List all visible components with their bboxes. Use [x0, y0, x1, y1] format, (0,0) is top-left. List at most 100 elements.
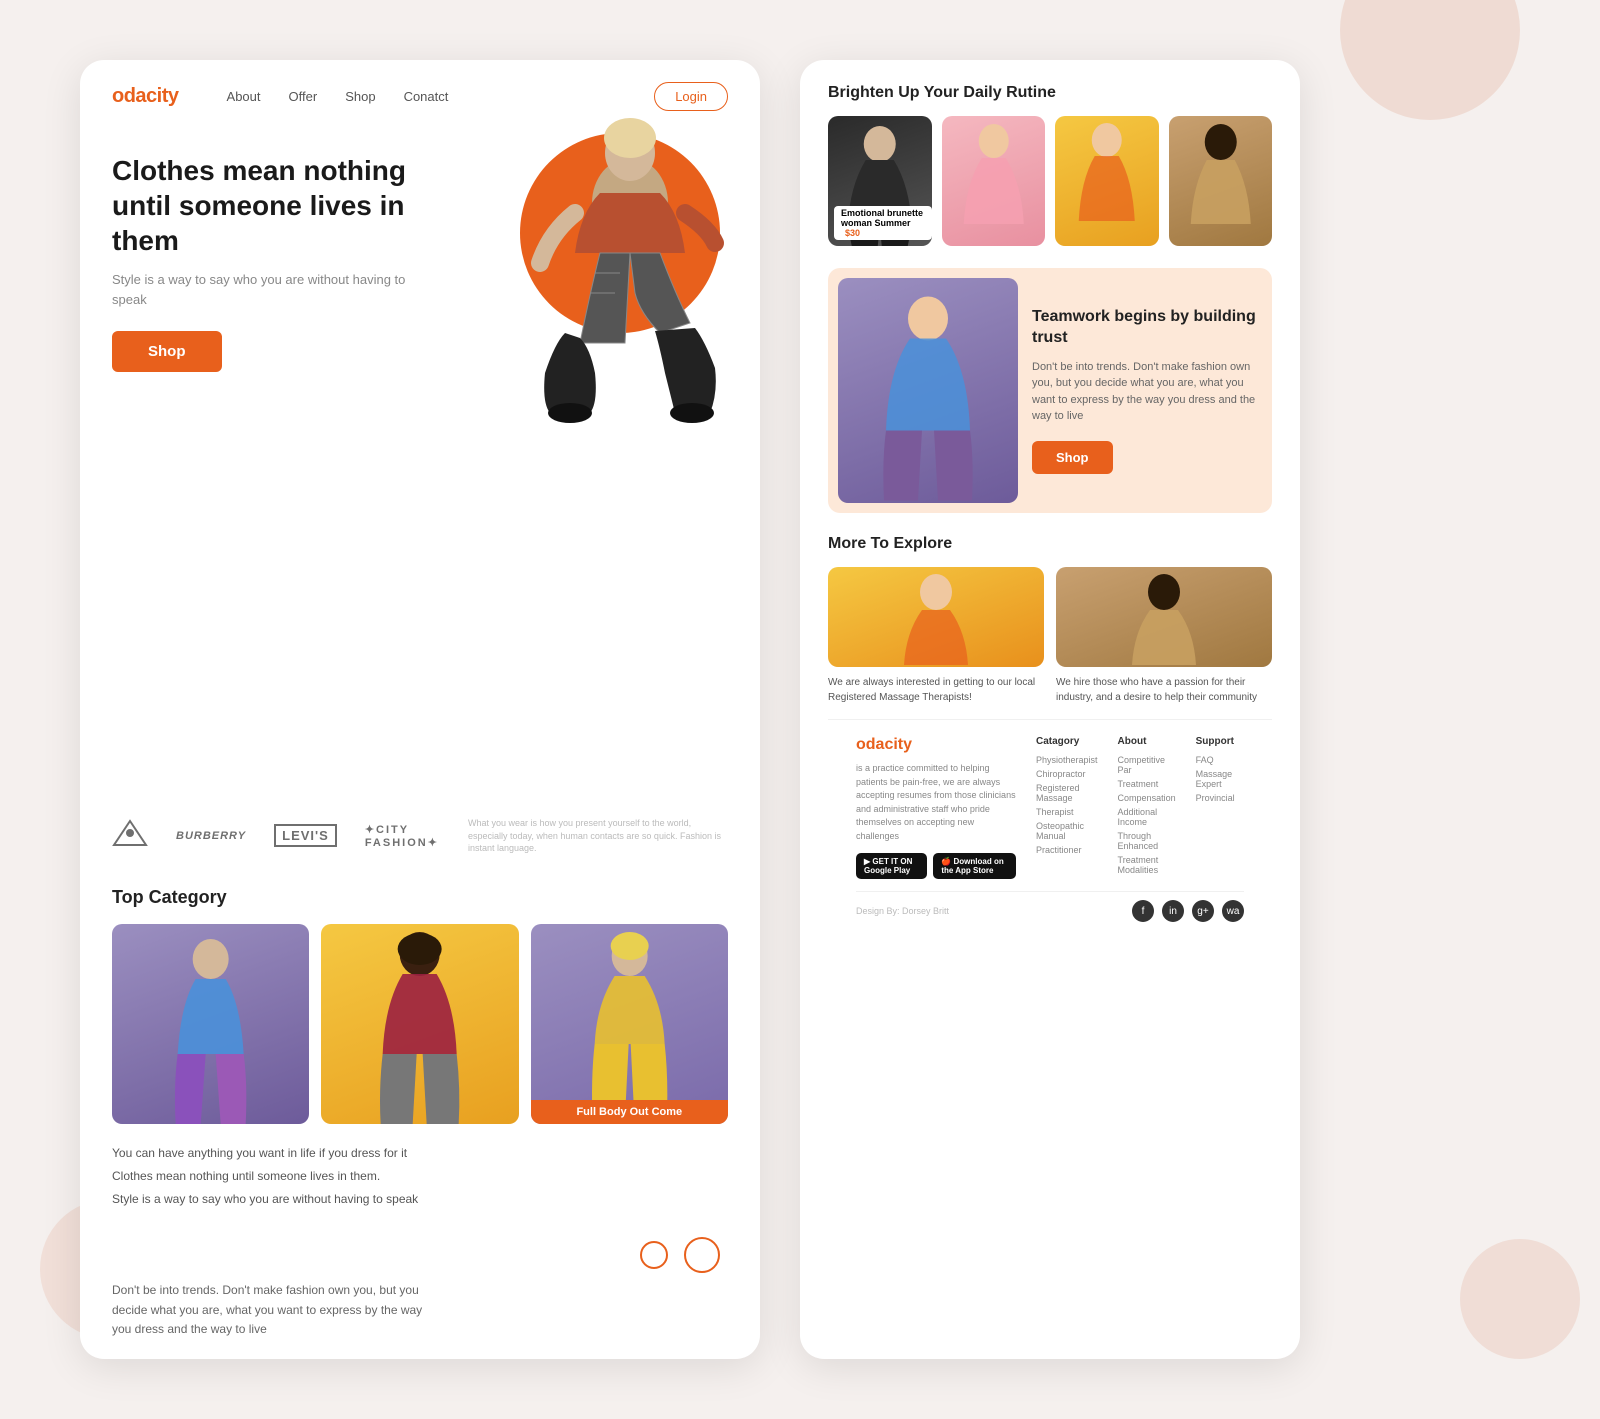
- app-store-badge[interactable]: 🍎 Download on the App Store: [933, 853, 1016, 879]
- footer-cat-item-1: Physiotherapist: [1036, 755, 1098, 765]
- bottom-line-1: You can have anything you want in life i…: [112, 1144, 728, 1163]
- footer-cat-item-2: Chiropractor: [1036, 769, 1098, 779]
- footer: odacity is a practice committed to helpi…: [828, 719, 1272, 938]
- footer-cat-item-3: Registered Massage: [1036, 783, 1098, 803]
- brighten-figure-2: [942, 116, 1046, 246]
- teamwork-text: Teamwork begins by building trust Don't …: [1032, 268, 1272, 513]
- google-play-text: GET IT ON Google Play: [864, 857, 912, 875]
- hero-section: Clothes mean nothing until someone lives…: [80, 133, 760, 453]
- dot-circle-small: [640, 1241, 668, 1269]
- footer-logo-accent: o: [856, 736, 866, 753]
- social-instagram[interactable]: in: [1162, 900, 1184, 922]
- apple-icon: 🍎: [941, 857, 951, 866]
- brand-levis: LEVI'S: [274, 824, 337, 847]
- category-card-3[interactable]: Full Body Out Come: [531, 924, 728, 1124]
- explore-image-1: [828, 567, 1044, 667]
- bottom-line-2: Clothes mean nothing until someone lives…: [112, 1167, 728, 1186]
- logo-accent: o: [112, 85, 124, 107]
- teamwork-figure: [838, 278, 1018, 503]
- nav-shop[interactable]: Shop: [345, 89, 375, 104]
- explore-grid: We are always interested in getting to o…: [828, 567, 1272, 705]
- hero-text: Clothes mean nothing until someone lives…: [112, 153, 432, 372]
- social-facebook[interactable]: f: [1132, 900, 1154, 922]
- footer-cat-item-5: Osteopathic Manual: [1036, 821, 1098, 841]
- right-page: Brighten Up Your Daily Rutine Emotional …: [800, 60, 1300, 1359]
- explore-image-2: [1056, 567, 1272, 667]
- footer-about-item-4: Additional Income: [1118, 807, 1176, 827]
- quote-text: Don't be into trends. Don't make fashion…: [80, 1273, 460, 1359]
- hero-model-image: [460, 83, 760, 453]
- right-content: Brighten Up Your Daily Rutine Emotional …: [800, 60, 1300, 962]
- category-card-3-label: Full Body Out Come: [531, 1100, 728, 1124]
- brand-versace: [112, 819, 148, 853]
- social-whatsapp[interactable]: wa: [1222, 900, 1244, 922]
- footer-grid: odacity is a practice committed to helpi…: [856, 736, 1244, 879]
- brighten-card-2[interactable]: [942, 116, 1046, 246]
- top-category-title: Top Category: [112, 887, 728, 908]
- category-figure-3: [531, 924, 728, 1124]
- hero-subtitle: Style is a way to say who you are withou…: [112, 270, 432, 309]
- category-figure-1: [112, 924, 309, 1124]
- footer-desc: is a practice committed to helping patie…: [856, 762, 1016, 843]
- footer-about-item-6: Treatment Modalities: [1118, 855, 1176, 875]
- category-figure-2: [321, 924, 518, 1124]
- category-card-2[interactable]: [321, 924, 518, 1124]
- nav-offer[interactable]: Offer: [289, 89, 318, 104]
- footer-logo: odacity: [856, 736, 1016, 754]
- google-play-badge[interactable]: ▶ GET IT ON Google Play: [856, 853, 927, 879]
- social-google[interactable]: g+: [1192, 900, 1214, 922]
- explore-heading: More To Explore: [828, 535, 1272, 553]
- brighten-grid: Emotional brunette woman Summer $30: [828, 116, 1272, 246]
- dot-circles-row: [80, 1237, 760, 1273]
- logo-text: dacity: [124, 85, 179, 107]
- brighten-figure-3: [1055, 116, 1159, 246]
- hero-shop-button[interactable]: Shop: [112, 331, 222, 372]
- nav-contact[interactable]: Conatct: [404, 89, 449, 104]
- footer-about-item-5: Through Enhanced: [1118, 831, 1176, 851]
- footer-support-item-3: Provincial: [1196, 793, 1244, 803]
- brighten-card-1[interactable]: Emotional brunette woman Summer $30: [828, 116, 932, 246]
- brand-tagline: What you wear is how you present yoursel…: [468, 817, 728, 855]
- brand-city-fashion: ✦CITY FASHION✦: [365, 823, 440, 849]
- teamwork-desc: Don't be into trends. Don't make fashion…: [1032, 359, 1256, 425]
- logo: odacity: [112, 85, 179, 108]
- top-category-section: Top Category: [80, 871, 760, 1124]
- dot-circle-large: [684, 1237, 720, 1273]
- bottom-line-3: Style is a way to say who you are withou…: [112, 1190, 728, 1209]
- teamwork-title: Teamwork begins by building trust: [1032, 307, 1256, 349]
- footer-support-item-1: FAQ: [1196, 755, 1244, 765]
- footer-about-title: About: [1118, 736, 1176, 747]
- footer-category-title: Catagory: [1036, 736, 1098, 747]
- nav-about[interactable]: About: [227, 89, 261, 104]
- hero-visual: [440, 103, 760, 443]
- footer-support-title: Support: [1196, 736, 1244, 747]
- footer-category-col: Catagory Physiotherapist Chiropractor Re…: [1036, 736, 1098, 879]
- teamwork-image: [838, 278, 1018, 503]
- pages-container: odacity About Offer Shop Conatct Login C…: [0, 0, 1600, 1419]
- footer-apps: ▶ GET IT ON Google Play 🍎 Download on th…: [856, 853, 1016, 879]
- footer-bottom: Design By: Dorsey Britt f in g+ wa: [856, 891, 1244, 922]
- footer-about-item-3: Compensation: [1118, 793, 1176, 803]
- social-icons: f in g+ wa: [1132, 900, 1244, 922]
- footer-support-item-2: Massage Expert: [1196, 769, 1244, 789]
- category-card-1[interactable]: [112, 924, 309, 1124]
- teamwork-shop-button[interactable]: Shop: [1032, 441, 1113, 474]
- app-store-text: Download on the App Store: [941, 857, 1003, 875]
- hero-title: Clothes mean nothing until someone lives…: [112, 153, 432, 258]
- nav-links: About Offer Shop Conatct: [227, 89, 449, 104]
- footer-copyright: Design By: Dorsey Britt: [856, 906, 949, 916]
- explore-desc-1: We are always interested in getting to o…: [828, 675, 1044, 705]
- footer-about-item-1: Competitive Par: [1118, 755, 1176, 775]
- brighten-card-1-label: Emotional brunette woman Summer $30: [834, 206, 932, 240]
- left-page: odacity About Offer Shop Conatct Login C…: [80, 60, 760, 1359]
- explore-card-1[interactable]: We are always interested in getting to o…: [828, 567, 1044, 705]
- footer-logo-text: dacity: [866, 736, 912, 753]
- play-icon: ▶: [864, 857, 870, 866]
- explore-card-2[interactable]: We hire those who have a passion for the…: [1056, 567, 1272, 705]
- brighten-card-3[interactable]: [1055, 116, 1159, 246]
- footer-about-col: About Competitive Par Treatment Compensa…: [1118, 736, 1176, 879]
- brighten-card-4[interactable]: [1169, 116, 1273, 246]
- footer-cat-item-4: Therapist: [1036, 807, 1098, 817]
- brighten-heading: Brighten Up Your Daily Rutine: [828, 84, 1272, 102]
- brand-burberry: BURBERRY: [176, 830, 246, 842]
